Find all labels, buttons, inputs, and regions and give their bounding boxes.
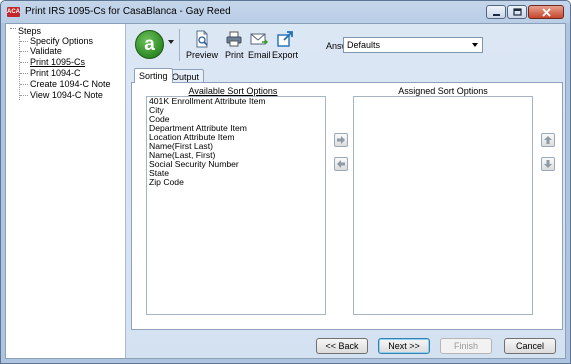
available-sort-list[interactable]: 401K Enrollment Attribute Item City Code De… <box>146 96 326 315</box>
minimize-icon <box>492 13 500 16</box>
tab-output[interactable]: Output <box>167 69 205 83</box>
add-right-button[interactable] <box>334 133 348 147</box>
envelope-icon <box>250 33 269 45</box>
arrow-up-icon <box>544 136 552 144</box>
arrow-left-icon <box>337 160 345 168</box>
window-title: Print IRS 1095-Cs for CasaBlanca - Gay R… <box>25 6 231 17</box>
export-label: Export <box>272 50 299 60</box>
preview-icon <box>196 30 208 48</box>
close-icon <box>541 7 551 17</box>
tree-root-connector <box>10 28 16 34</box>
available-list-items: 401K Enrollment Attribute Item City Code De… <box>147 97 325 187</box>
answers-dropdown[interactable]: Defaults <box>343 37 483 53</box>
next-button[interactable]: Next >> <box>378 338 430 354</box>
close-button[interactable] <box>528 5 564 19</box>
available-heading: Available Sort Options <box>188 86 278 96</box>
steps-root-label: Steps <box>18 26 42 36</box>
move-down-button[interactable] <box>541 157 555 171</box>
minimize-button[interactable] <box>486 5 506 19</box>
print-label: Print <box>225 50 244 60</box>
back-button[interactable]: << Back <box>316 338 368 354</box>
preview-label: Preview <box>186 50 219 60</box>
step-print-1094c[interactable]: Print 1094-C <box>20 68 81 78</box>
cancel-button[interactable]: Cancel <box>504 338 556 354</box>
move-up-button[interactable] <box>541 133 555 147</box>
remove-left-button[interactable] <box>334 157 348 171</box>
list-item[interactable]: City <box>147 106 325 115</box>
email-button[interactable]: Email <box>248 30 271 60</box>
steps-panel: Steps Specify Options Validate Print 109… <box>6 24 125 358</box>
main-content: a Preview Print Email Export Defaults So… <box>125 24 565 358</box>
finish-button[interactable]: Finish <box>440 338 492 354</box>
export-button[interactable]: Export <box>272 30 298 60</box>
sorting-panel: Available Sort Options 401K Enrollment A… <box>131 82 563 330</box>
preview-button[interactable]: Preview <box>186 30 218 60</box>
answers-selected-value: Defaults <box>347 40 381 50</box>
step-print-1095cs[interactable]: Print 1095-Cs <box>20 57 85 67</box>
list-item[interactable]: Social Security Number <box>147 160 325 169</box>
printer-icon <box>226 31 242 47</box>
step-view-1094c-note[interactable]: View 1094-C Note <box>20 90 103 100</box>
app-icon: ACA <box>7 7 20 17</box>
step-create-1094c-note[interactable]: Create 1094-C Note <box>20 79 111 89</box>
dialog-window: ACA Print IRS 1095-Cs for CasaBlanca - G… <box>0 0 571 364</box>
email-label: Email <box>248 50 271 60</box>
maximize-button[interactable] <box>507 5 527 19</box>
maximize-icon <box>512 7 522 16</box>
toolbar: a Preview Print Email Export Defaults <box>126 24 566 66</box>
toolbar-separator <box>179 29 180 61</box>
window-controls <box>486 5 564 19</box>
export-icon <box>277 31 293 47</box>
print-button[interactable]: Print <box>225 30 244 60</box>
list-item[interactable]: 401K Enrollment Attribute Item <box>147 97 325 106</box>
dialog-client: Steps Specify Options Validate Print 109… <box>5 23 566 359</box>
chevron-down-icon[interactable] <box>168 40 174 44</box>
step-specify-options[interactable]: Specify Options <box>20 36 93 46</box>
chevron-down-icon <box>472 43 478 47</box>
step-validate[interactable]: Validate <box>20 46 62 56</box>
assigned-sort-list[interactable] <box>353 96 533 315</box>
arrow-right-icon <box>337 136 345 144</box>
app-logo-button[interactable]: a <box>135 30 164 59</box>
arrow-down-icon <box>544 160 552 168</box>
list-item[interactable]: Zip Code <box>147 178 325 187</box>
tab-sorting[interactable]: Sorting <box>134 68 173 83</box>
assigned-heading: Assigned Sort Options <box>398 86 488 96</box>
title-bar[interactable]: ACA Print IRS 1095-Cs for CasaBlanca - G… <box>1 1 570 22</box>
